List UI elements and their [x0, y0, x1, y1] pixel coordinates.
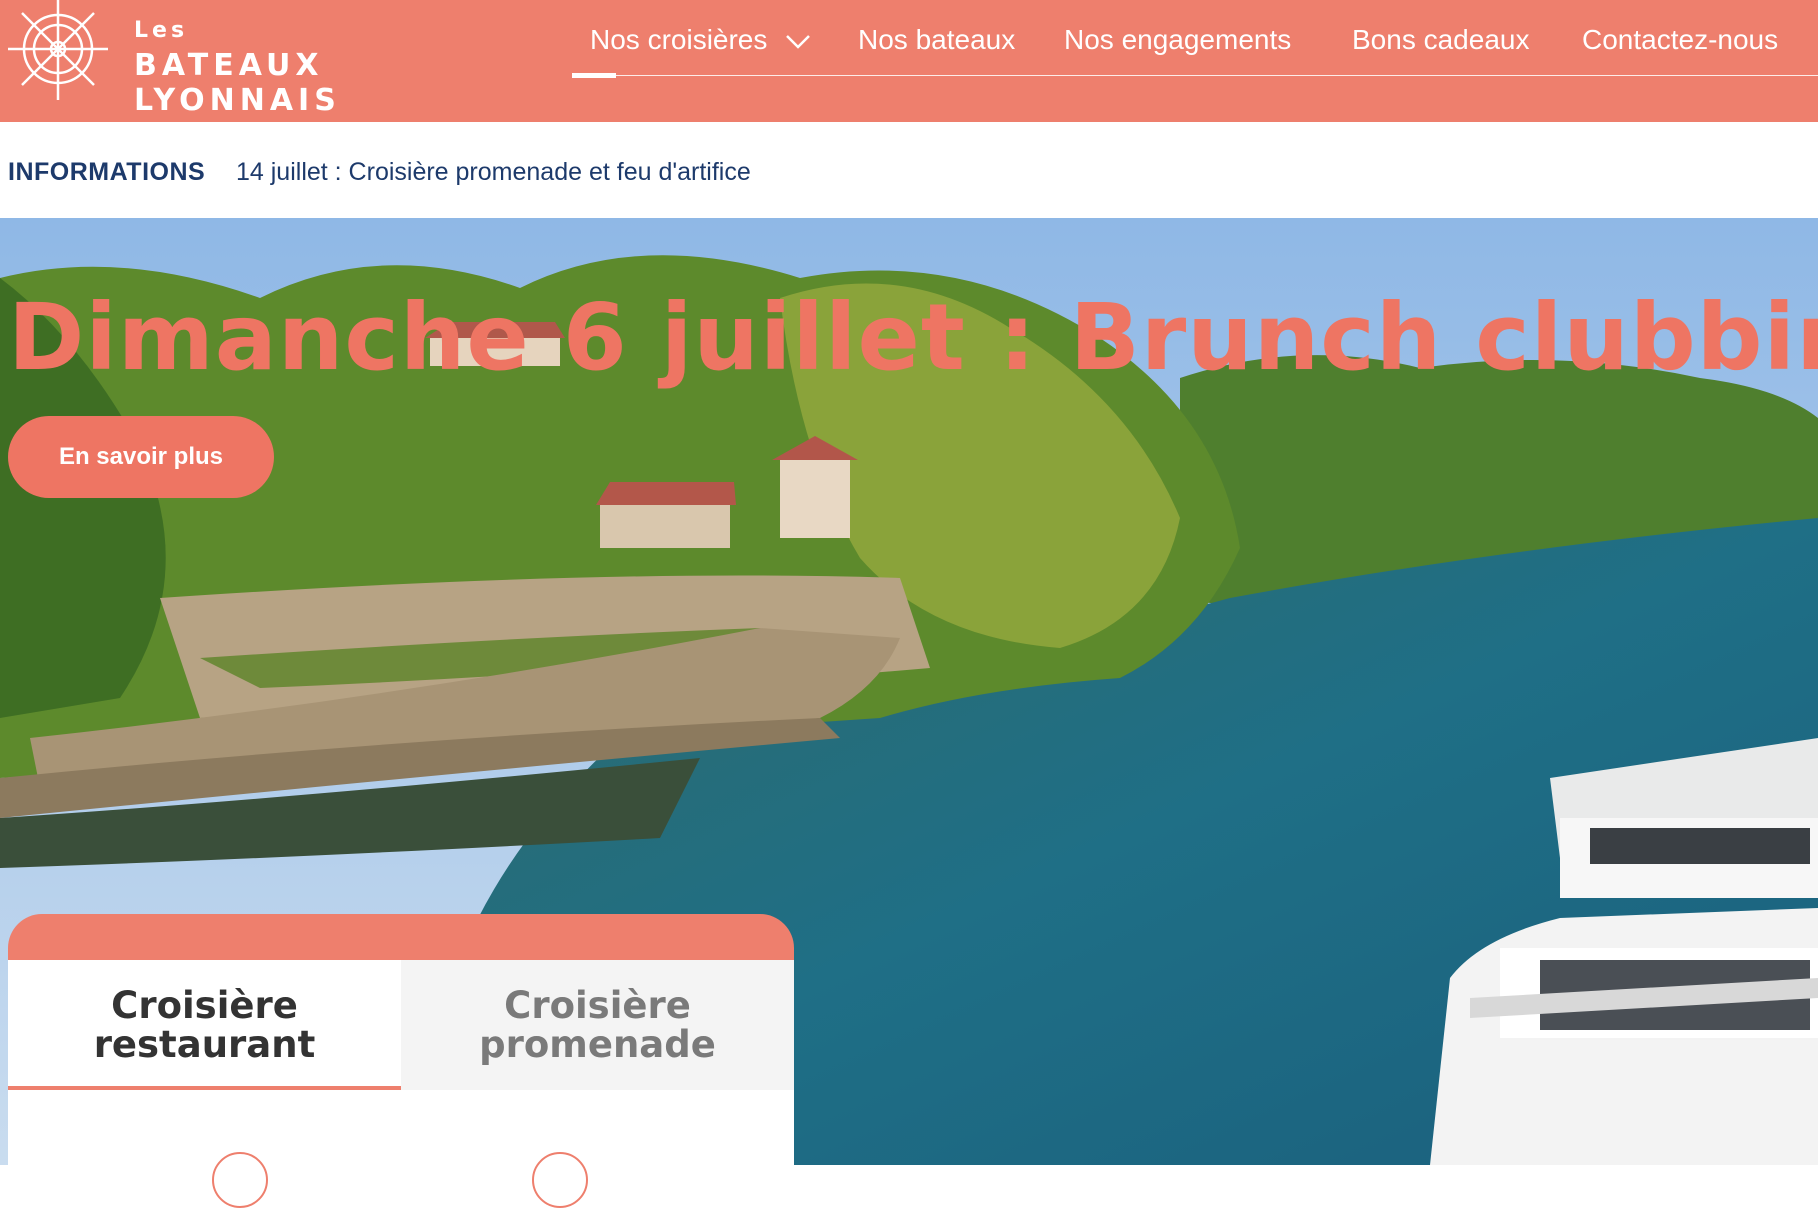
step-circle-icon: [212, 1152, 268, 1208]
tab-label-line2: restaurant: [93, 1023, 316, 1066]
booking-panel: Croisière restaurant Croisière promenade: [8, 914, 794, 1208]
tab-croisiere-promenade[interactable]: Croisière promenade: [401, 960, 794, 1090]
nav-contactez-nous[interactable]: Contactez-nous: [1582, 24, 1778, 56]
step-circle-icon: [532, 1152, 588, 1208]
info-announcement[interactable]: 14 juillet : Croisière promenade et feu …: [236, 158, 751, 187]
site-logo[interactable]: Les BATEAUX LYONNAIS: [8, 0, 528, 118]
nav-nos-engagements[interactable]: Nos engagements: [1064, 24, 1291, 56]
booking-panel-header: [8, 914, 794, 960]
hero-title: Dimanche 6 juillet : Brunch clubbing &: [8, 284, 1818, 391]
nav-active-indicator: [572, 73, 616, 78]
tab-label-line1: Croisière: [111, 984, 298, 1027]
site-header: Les BATEAUX LYONNAIS Nos croisières Nos …: [0, 0, 1818, 122]
tab-label-line1: Croisière: [504, 984, 691, 1027]
nav-bons-cadeaux[interactable]: Bons cadeaux: [1352, 24, 1529, 56]
chevron-down-icon: [786, 34, 811, 49]
nav-nos-bateaux[interactable]: Nos bateaux: [858, 24, 1015, 56]
tab-label-line2: promenade: [479, 1023, 716, 1066]
nav-underline: [572, 75, 1818, 76]
en-savoir-plus-button[interactable]: En savoir plus: [8, 416, 274, 498]
nav-nos-croisieres[interactable]: Nos croisières: [590, 24, 811, 56]
tab-croisiere-restaurant[interactable]: Croisière restaurant: [8, 960, 401, 1090]
logo-les: Les: [134, 18, 189, 43]
info-label: INFORMATIONS: [8, 158, 206, 186]
ship-wheel-icon: [8, 0, 108, 100]
nav-item-label: Nos croisières: [590, 24, 768, 55]
logo-name: BATEAUX LYONNAIS: [134, 48, 341, 118]
booking-panel-body: [8, 1090, 794, 1208]
info-bar: INFORMATIONS 14 juillet : Croisière prom…: [0, 122, 1818, 218]
